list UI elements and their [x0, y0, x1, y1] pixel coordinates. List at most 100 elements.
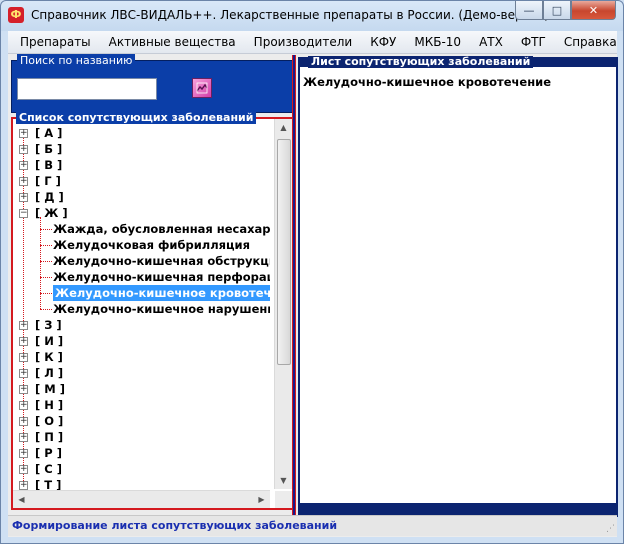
tree-connector [40, 293, 52, 294]
tree-node[interactable]: + [ К ] [13, 349, 270, 365]
expand-icon[interactable]: + [19, 145, 28, 154]
tree-node-label: [ Н ] [35, 398, 64, 412]
resize-grip-icon[interactable]: ⋰ [606, 524, 615, 534]
minimize-button[interactable]: — [515, 1, 543, 20]
disease-tree[interactable]: + [ А ] + [ Б ] + [ В ] + [ Г ] + [ Д ] −[ Ж ] Жажд… [13, 125, 270, 494]
expand-icon[interactable]: + [19, 161, 28, 170]
expand-icon[interactable]: + [19, 337, 28, 346]
disease-sheet-panel: Лист сопутствующих заболеваний Желудочно… [298, 56, 618, 517]
tree-child-node[interactable]: Желудочно-кишечное кровотечение [13, 285, 270, 301]
search-picture-icon [196, 82, 208, 94]
tree-node-label: [ С ] [35, 462, 62, 476]
expand-icon[interactable]: + [19, 193, 28, 202]
tree-node[interactable]: + [ Г ] [13, 173, 270, 189]
tree-node[interactable]: −[ Ж ] [13, 205, 270, 221]
app-window: Ф Справочник ЛВС-ВИДАЛЬ++. Лекарственные… [0, 0, 624, 544]
maximize-button[interactable]: □ [543, 1, 571, 20]
menu-atc[interactable]: АТХ [470, 35, 512, 49]
tree-connector [40, 261, 52, 262]
tree-node-label: [ И ] [35, 334, 64, 348]
disease-item: Желудочно-кишечное нарушение [53, 302, 270, 316]
scroll-up-icon[interactable]: ▲ [275, 119, 292, 136]
tree-connector [40, 245, 52, 246]
expand-icon[interactable]: + [19, 321, 28, 330]
tree-child-node[interactable]: Желудочно-кишечная обструкция. [13, 253, 270, 269]
tree-vertical-scrollbar[interactable]: ▲ ▼ [274, 119, 292, 489]
disease-item: Желудочно-кишечная перфорация [53, 270, 270, 284]
tree-connector [40, 229, 52, 230]
tree-node[interactable]: + [ Д ] [13, 189, 270, 205]
menu-kfu[interactable]: КФУ [361, 35, 405, 49]
menu-manufacturers[interactable]: Производители [245, 35, 362, 49]
disease-list-legend: Список сопутствующих заболеваний [16, 111, 257, 124]
close-button[interactable]: ✕ [571, 1, 616, 20]
expand-icon[interactable]: + [19, 385, 28, 394]
tree-node-label: [ Д ] [35, 190, 64, 204]
tree-node[interactable]: + [ Б ] [13, 141, 270, 157]
maximize-icon: □ [551, 3, 563, 17]
scroll-right-icon[interactable]: ▶ [253, 491, 270, 508]
menu-bar: Препараты Активные вещества Производител… [8, 31, 617, 54]
expand-icon[interactable]: + [19, 465, 28, 474]
tree-child-node[interactable]: Жажда, обусловленная несахарны [13, 221, 270, 237]
menu-preparations[interactable]: Препараты [8, 35, 100, 49]
sheet-footer-bar [300, 503, 616, 515]
menu-ftg[interactable]: ФТГ [512, 35, 555, 49]
tree-child-node[interactable]: Желудочно-кишечное нарушение [13, 301, 270, 317]
expand-icon[interactable]: + [19, 401, 28, 410]
disease-item: Жажда, обусловленная несахарны [53, 222, 270, 236]
disease-list-group: Список сопутствующих заболеваний +[ А ] +… [11, 111, 294, 510]
expand-icon[interactable]: + [19, 417, 28, 426]
menu-active-substances[interactable]: Активные вещества [100, 35, 245, 49]
scroll-down-icon[interactable]: ▼ [275, 472, 292, 489]
tree-node-label: [ А ] [35, 126, 63, 140]
tree-node[interactable]: + [ Р ] [13, 445, 270, 461]
disease-item: Желудочковая фибрилляция [53, 238, 250, 252]
collapse-icon[interactable]: − [19, 209, 28, 218]
tree-node-label: [ В ] [35, 158, 63, 172]
tree-node-label: [ З ] [35, 318, 62, 332]
status-text: Формирование листа сопутствующих заболев… [12, 519, 338, 532]
tree-node[interactable]: + [ С ] [13, 461, 270, 477]
tree-node[interactable]: + [ А ] [13, 125, 270, 141]
sheet-legend: Лист сопутствующих заболеваний [308, 56, 534, 68]
tree-node[interactable]: + [ П ] [13, 429, 270, 445]
expand-icon[interactable]: + [19, 369, 28, 378]
expand-icon[interactable]: + [19, 481, 28, 490]
expand-icon[interactable]: + [19, 177, 28, 186]
tree-node-label: [ Г ] [35, 174, 61, 188]
tree-node[interactable]: + [ О ] [13, 413, 270, 429]
tree-node[interactable]: + [ М ] [13, 381, 270, 397]
tree-node[interactable]: + [ В ] [13, 157, 270, 173]
tree-node[interactable]: + [ З ] [13, 317, 270, 333]
tree-node-label: [ Б ] [35, 142, 63, 156]
tree-connector [40, 277, 52, 278]
search-input[interactable] [17, 78, 157, 100]
menu-help[interactable]: Справка [555, 35, 624, 49]
expand-icon[interactable]: + [19, 449, 28, 458]
tree-node[interactable]: + [ Н ] [13, 397, 270, 413]
menu-mkb10[interactable]: МКБ-10 [405, 35, 470, 49]
tree-node-label: [ К ] [35, 350, 63, 364]
client-area: Препараты Активные вещества Производител… [8, 31, 618, 537]
expand-icon[interactable]: + [19, 129, 28, 138]
tree-horizontal-scrollbar[interactable]: ◀ ▶ [13, 490, 270, 508]
tree-node[interactable]: + [ И ] [13, 333, 270, 349]
tree-node[interactable]: + [ Л ] [13, 365, 270, 381]
app-logo-icon[interactable]: Ф [8, 7, 24, 23]
expand-icon[interactable]: + [19, 433, 28, 442]
title-bar[interactable]: Ф Справочник ЛВС-ВИДАЛЬ++. Лекарственные… [1, 1, 623, 31]
close-icon: ✕ [588, 3, 599, 17]
panel-splitter[interactable] [292, 55, 296, 515]
expand-icon[interactable]: + [19, 353, 28, 362]
tree-child-node[interactable]: Желудочковая фибрилляция [13, 237, 270, 253]
scroll-left-icon[interactable]: ◀ [13, 491, 30, 508]
search-button[interactable] [192, 78, 212, 98]
splitter-line [293, 55, 295, 515]
search-legend: Поиск по названию [17, 54, 136, 67]
scroll-thumb[interactable] [277, 139, 291, 365]
tree-connector [40, 309, 52, 310]
tree-child-node[interactable]: Желудочно-кишечная перфорация [13, 269, 270, 285]
sheet-item[interactable]: Желудочно-кишечное кровотечение [303, 75, 551, 89]
tree-node-label: [ О ] [35, 414, 64, 428]
